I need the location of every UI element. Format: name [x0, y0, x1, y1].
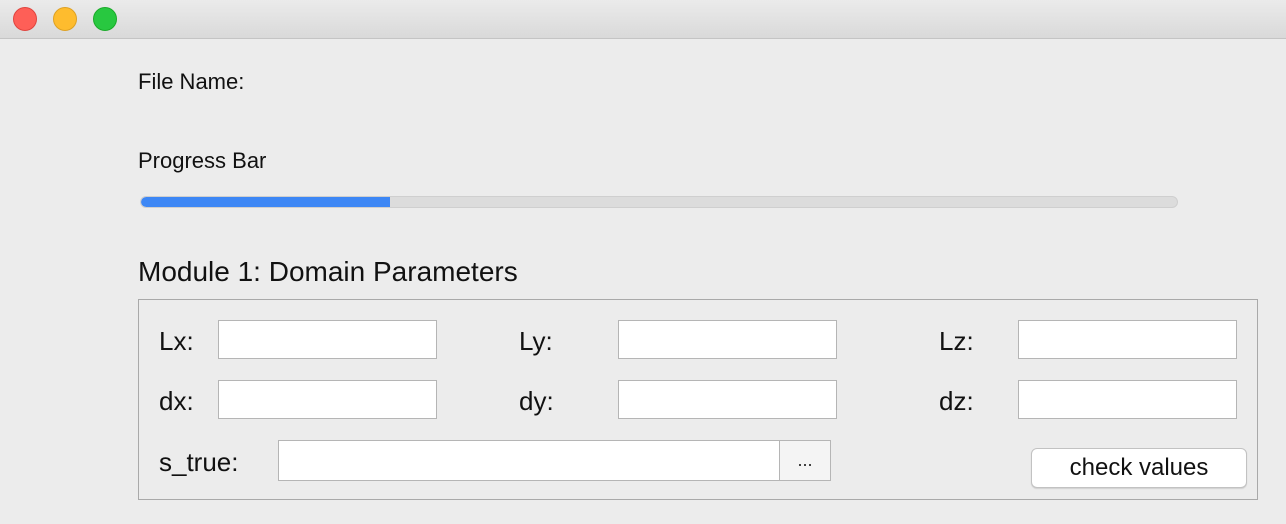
ly-label: Ly:	[519, 326, 553, 356]
minimize-button[interactable]	[53, 7, 77, 31]
progress-bar-fill	[141, 197, 390, 207]
main-content: File Name: Progress Bar Module 1: Domain…	[0, 39, 1286, 524]
progress-bar	[140, 196, 1178, 208]
dx-label: dx:	[159, 386, 194, 416]
s-true-label: s_true:	[159, 447, 239, 477]
check-values-button[interactable]: check values	[1031, 448, 1247, 488]
lz-label: Lz:	[939, 326, 974, 356]
lz-input[interactable]	[1018, 320, 1237, 359]
file-name-label: File Name:	[138, 69, 245, 94]
dx-input[interactable]	[218, 380, 437, 419]
close-button[interactable]	[13, 7, 37, 31]
module-1-title: Module 1: Domain Parameters	[138, 256, 518, 287]
zoom-button[interactable]	[93, 7, 117, 31]
module-1-group: Lx: Ly: Lz: dx: dy: dz: s_true: ... chec…	[138, 299, 1258, 500]
browse-button[interactable]: ...	[779, 440, 831, 481]
dy-input[interactable]	[618, 380, 837, 419]
dz-label: dz:	[939, 386, 974, 416]
progress-bar-label: Progress Bar	[138, 148, 267, 173]
ly-input[interactable]	[618, 320, 837, 359]
s-true-input[interactable]	[278, 440, 780, 481]
lx-label: Lx:	[159, 326, 194, 356]
lx-input[interactable]	[218, 320, 437, 359]
dy-label: dy:	[519, 386, 554, 416]
window-titlebar	[0, 0, 1286, 39]
dz-input[interactable]	[1018, 380, 1237, 419]
